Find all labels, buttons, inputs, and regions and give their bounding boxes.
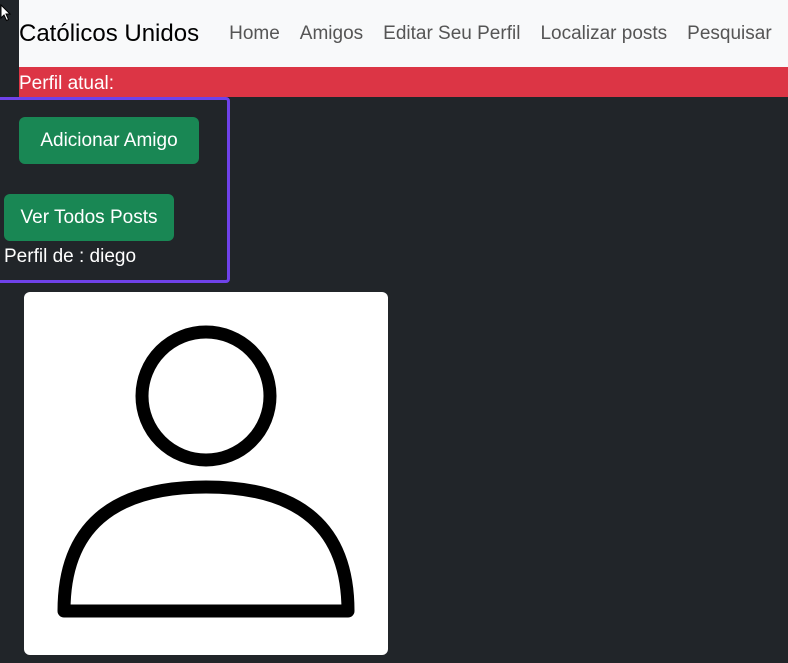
nav-link-localizar-posts[interactable]: Localizar posts xyxy=(540,23,667,45)
top-navbar: Católicos Unidos Home Amigos Editar Seu … xyxy=(19,0,788,67)
user-avatar-icon xyxy=(57,325,355,618)
nav-link-home[interactable]: Home xyxy=(229,23,280,45)
nav-link-pesquisar[interactable]: Pesquisar xyxy=(687,23,772,45)
nav-link-editar-perfil[interactable]: Editar Seu Perfil xyxy=(383,23,520,45)
nav-link-amigos[interactable]: Amigos xyxy=(300,23,363,45)
view-all-posts-button[interactable]: Ver Todos Posts xyxy=(4,194,174,241)
add-friend-button[interactable]: Adicionar Amigo xyxy=(19,117,199,164)
view-all-posts-label: Ver Todos Posts xyxy=(20,206,158,228)
brand-title[interactable]: Católicos Unidos xyxy=(19,20,199,48)
current-profile-alert: Perfil atual: xyxy=(19,67,788,97)
add-friend-label: Adicionar Amigo xyxy=(40,129,178,151)
page: Católicos Unidos Home Amigos Editar Seu … xyxy=(0,0,788,663)
mouse-cursor-icon xyxy=(0,4,12,22)
alert-text: Perfil atual: xyxy=(19,73,115,94)
window-edge xyxy=(0,0,19,100)
profile-owner-label: Perfil de : diego xyxy=(4,246,137,267)
profile-avatar xyxy=(24,292,388,655)
